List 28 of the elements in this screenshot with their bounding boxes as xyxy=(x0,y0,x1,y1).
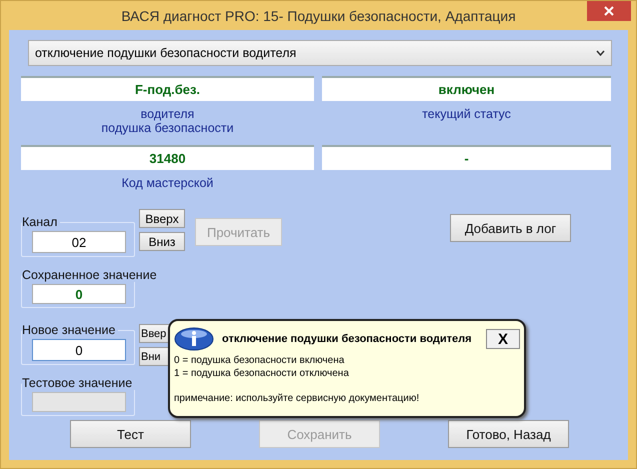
tooltip-title: отключение подушки безопасности водителя xyxy=(222,333,473,345)
value-box: включен xyxy=(322,76,611,101)
chevron-icon xyxy=(596,50,605,56)
action-button[interactable]: Добавить в лог xyxy=(450,214,571,242)
up-button[interactable]: Вверх xyxy=(139,209,185,228)
info-icon xyxy=(174,327,214,351)
close-button[interactable]: X xyxy=(486,329,520,349)
caption: подушка безопасности xyxy=(101,121,234,135)
tooltip-note: примечание: используйте сервисную документацию! xyxy=(174,393,420,404)
dropdown[interactable]: отключение подушки безопасности водителя xyxy=(28,40,612,66)
channel-field[interactable]: 02 xyxy=(32,231,126,253)
value-box: F-под.без. xyxy=(21,76,314,101)
action-button[interactable]: Готово, Назад xyxy=(448,420,569,448)
value-box: 31480 xyxy=(21,145,314,170)
group-label: Новое значение xyxy=(22,323,118,337)
down-button[interactable]: Вниз xyxy=(139,232,185,251)
caption: водителя xyxy=(140,107,194,121)
tooltip-line: 1 = подушка безопасности отключена xyxy=(174,368,350,379)
saved-value-field: 0 xyxy=(32,284,126,304)
group-label: Канал xyxy=(22,215,60,229)
caption: текущий статус xyxy=(422,107,511,121)
caption: Код мастерской xyxy=(122,176,214,190)
action-button[interactable]: Тест xyxy=(70,420,191,448)
close-icon[interactable] xyxy=(587,1,631,21)
value-box: - xyxy=(322,145,611,170)
window-title: ВАСЯ диагност PRO: 15- Подушки безопасности, Адаптация xyxy=(121,8,516,24)
new-value-field[interactable]: 0 xyxy=(32,339,126,361)
group-label: Тестовое значение xyxy=(22,376,136,390)
